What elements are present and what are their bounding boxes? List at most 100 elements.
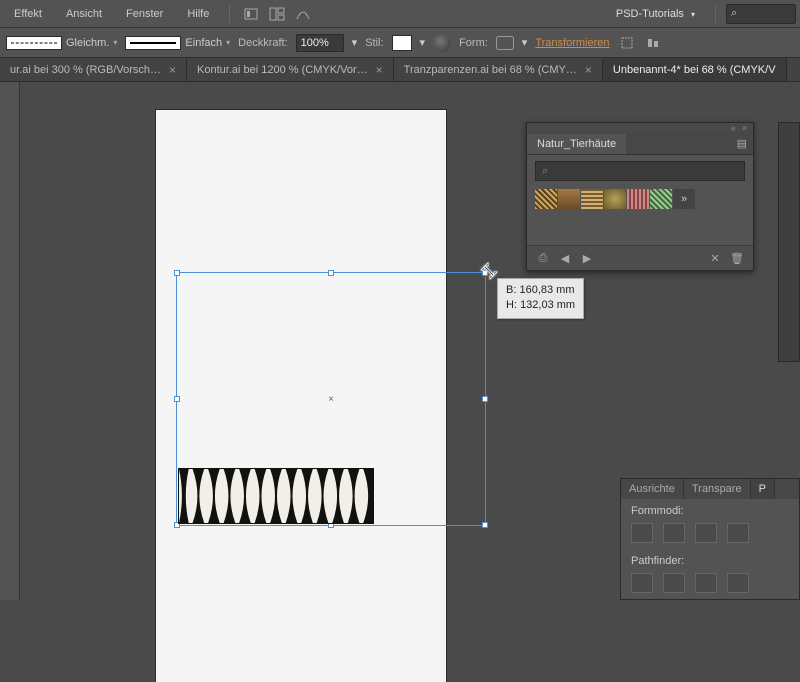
chevron-down-icon[interactable]: ▾ xyxy=(420,36,426,49)
width-label: B: xyxy=(506,284,516,296)
pattern-rect-zebra[interactable] xyxy=(178,468,374,524)
menu-separator-2 xyxy=(715,5,716,23)
workspace: × xyxy=(0,82,800,600)
next-icon[interactable]: ▶ xyxy=(579,251,595,265)
align-icon[interactable] xyxy=(644,34,662,52)
swatches-panel: « × Natur_Tierhäute ▤ ⌕ » ⎙ ◀ xyxy=(526,122,754,271)
tab-transparency[interactable]: Transpare xyxy=(684,479,751,499)
isolate-icon[interactable] xyxy=(618,34,636,52)
shape-modes-label: Formmodi: xyxy=(631,505,789,517)
menu-separator xyxy=(229,5,230,23)
panel-tabbar: Natur_Tierhäute ▤ xyxy=(527,133,753,155)
doc-tab-label: Kontur.ai bei 1200 % (CMYK/Vor… xyxy=(197,64,368,76)
search-icon: ⌕ xyxy=(542,165,548,178)
height-label: H: xyxy=(506,299,517,311)
trash-icon[interactable]: 🗑 xyxy=(729,251,745,265)
tab-pathfinder[interactable]: P xyxy=(751,479,775,499)
swatch-thumb[interactable] xyxy=(535,189,557,209)
chevron-down-icon[interactable]: ▾ xyxy=(352,36,358,49)
chevron-down-icon: ▾ xyxy=(691,10,695,19)
workspace-switcher[interactable]: PSD-Tutorials ▾ xyxy=(606,4,705,24)
help-search-input[interactable]: ⌕ xyxy=(726,4,796,24)
pathfinder-trim-icon[interactable] xyxy=(663,573,685,593)
chevron-down-icon: ▾ xyxy=(113,38,117,47)
resize-handle-n[interactable] xyxy=(328,270,334,276)
panel-titlebar[interactable]: « × xyxy=(527,123,753,133)
pathfinder-label: Pathfinder: xyxy=(631,555,789,567)
shape-label: Form: xyxy=(459,37,488,49)
style-swatch[interactable] xyxy=(392,35,412,51)
panel-tab-swatches[interactable]: Natur_Tierhäute xyxy=(527,134,626,154)
swatch-thumb[interactable] xyxy=(650,189,672,209)
workspace-label: PSD-Tutorials xyxy=(616,8,684,20)
bridge-icon[interactable] xyxy=(240,3,262,25)
dock2-tabbar: Ausrichte Transpare P xyxy=(621,479,799,499)
close-icon[interactable]: × xyxy=(585,63,592,77)
swatch-thumb[interactable] xyxy=(604,189,626,209)
selection-center-icon: × xyxy=(328,396,334,402)
menu-fenster[interactable]: Fenster xyxy=(116,4,173,24)
gpu-preview-icon[interactable] xyxy=(292,3,314,25)
pathfinder-panel: Ausrichte Transpare P Formmodi: Pathfind… xyxy=(620,478,800,600)
opacity-input[interactable]: 100% xyxy=(296,34,344,52)
opacity-value: 100% xyxy=(301,37,329,49)
menu-ansicht[interactable]: Ansicht xyxy=(56,4,112,24)
close-icon[interactable]: × xyxy=(376,63,383,77)
panel-footer: ⎙ ◀ ▶ ✕ 🗑 xyxy=(527,245,753,270)
opacity-label: Deckkraft: xyxy=(238,37,288,49)
resize-handle-w[interactable] xyxy=(174,396,180,402)
shape-mode-subtract-icon[interactable] xyxy=(663,523,685,543)
collapsed-panel-strip[interactable] xyxy=(778,122,800,362)
doc-tab[interactable]: Unbenannt-4* bei 68 % (CMYK/V xyxy=(603,58,787,81)
chevron-down-icon[interactable]: ▾ xyxy=(522,36,528,49)
chevron-down-icon: ▾ xyxy=(226,38,230,47)
recolor-artwork-icon[interactable] xyxy=(433,34,451,52)
resize-handle-se[interactable] xyxy=(482,522,488,528)
menu-hilfe[interactable]: Hilfe xyxy=(177,4,219,24)
pathfinder-crop-icon[interactable] xyxy=(727,573,749,593)
pathfinder-divide-icon[interactable] xyxy=(631,573,653,593)
stroke-profile-solid[interactable]: Einfach ▾ xyxy=(125,36,230,50)
menubar: Effekt Ansicht Fenster Hilfe PSD-Tutoria… xyxy=(0,0,800,28)
swatch-more-icon[interactable]: » xyxy=(673,189,695,209)
panel-menu-icon[interactable]: ▤ xyxy=(731,133,753,154)
swatch-row: » xyxy=(535,189,745,209)
shape-mode-unite-icon[interactable] xyxy=(631,523,653,543)
solid-stroke-preview xyxy=(125,36,181,50)
swatch-thumb[interactable] xyxy=(581,189,603,209)
swatch-library-icon[interactable]: ⎙ xyxy=(535,251,551,265)
swatch-search-input[interactable]: ⌕ xyxy=(535,161,745,181)
prev-icon[interactable]: ◀ xyxy=(557,251,573,265)
break-link-icon[interactable]: ✕ xyxy=(707,251,723,265)
transform-link[interactable]: Transformieren xyxy=(535,37,609,49)
resize-handle-e[interactable] xyxy=(482,396,488,402)
doc-tab[interactable]: Tranzparenzen.ai bei 68 % (CMY… × xyxy=(394,58,603,81)
close-icon[interactable]: × xyxy=(169,63,176,77)
dash-stroke-preview xyxy=(6,36,62,50)
shape-mode-exclude-icon[interactable] xyxy=(727,523,749,543)
doc-tab[interactable]: ur.ai bei 300 % (RGB/Vorsch… × xyxy=(0,58,187,81)
search-icon: ⌕ xyxy=(731,7,737,20)
height-value: 132,03 mm xyxy=(520,299,575,311)
panel-collapse-icon[interactable]: « xyxy=(731,123,736,133)
resize-handle-nw[interactable] xyxy=(174,270,180,276)
close-icon[interactable]: × xyxy=(742,123,747,133)
arrange-docs-icon[interactable] xyxy=(266,3,288,25)
dash-stroke-label: Gleichm. xyxy=(66,37,109,49)
tool-column[interactable] xyxy=(0,82,20,600)
swatch-thumb[interactable] xyxy=(558,189,580,209)
shape-mode-intersect-icon[interactable] xyxy=(695,523,717,543)
tab-align[interactable]: Ausrichte xyxy=(621,479,684,499)
doc-tab-label: ur.ai bei 300 % (RGB/Vorsch… xyxy=(10,64,161,76)
doc-tab-label: Tranzparenzen.ai bei 68 % (CMY… xyxy=(404,64,577,76)
doc-tab-label: Unbenannt-4* bei 68 % (CMYK/V xyxy=(613,64,776,76)
width-value: 160,83 mm xyxy=(519,284,574,296)
dimension-tooltip: B: 160,83 mm H: 132,03 mm xyxy=(497,278,584,319)
doc-tab[interactable]: Kontur.ai bei 1200 % (CMYK/Vor… × xyxy=(187,58,394,81)
menu-effekt[interactable]: Effekt xyxy=(4,4,52,24)
stroke-profile-dash[interactable]: Gleichm. ▾ xyxy=(6,36,117,50)
swatch-thumb[interactable] xyxy=(627,189,649,209)
style-label: Stil: xyxy=(365,37,383,49)
pathfinder-merge-icon[interactable] xyxy=(695,573,717,593)
shape-type-icon[interactable] xyxy=(496,36,514,50)
